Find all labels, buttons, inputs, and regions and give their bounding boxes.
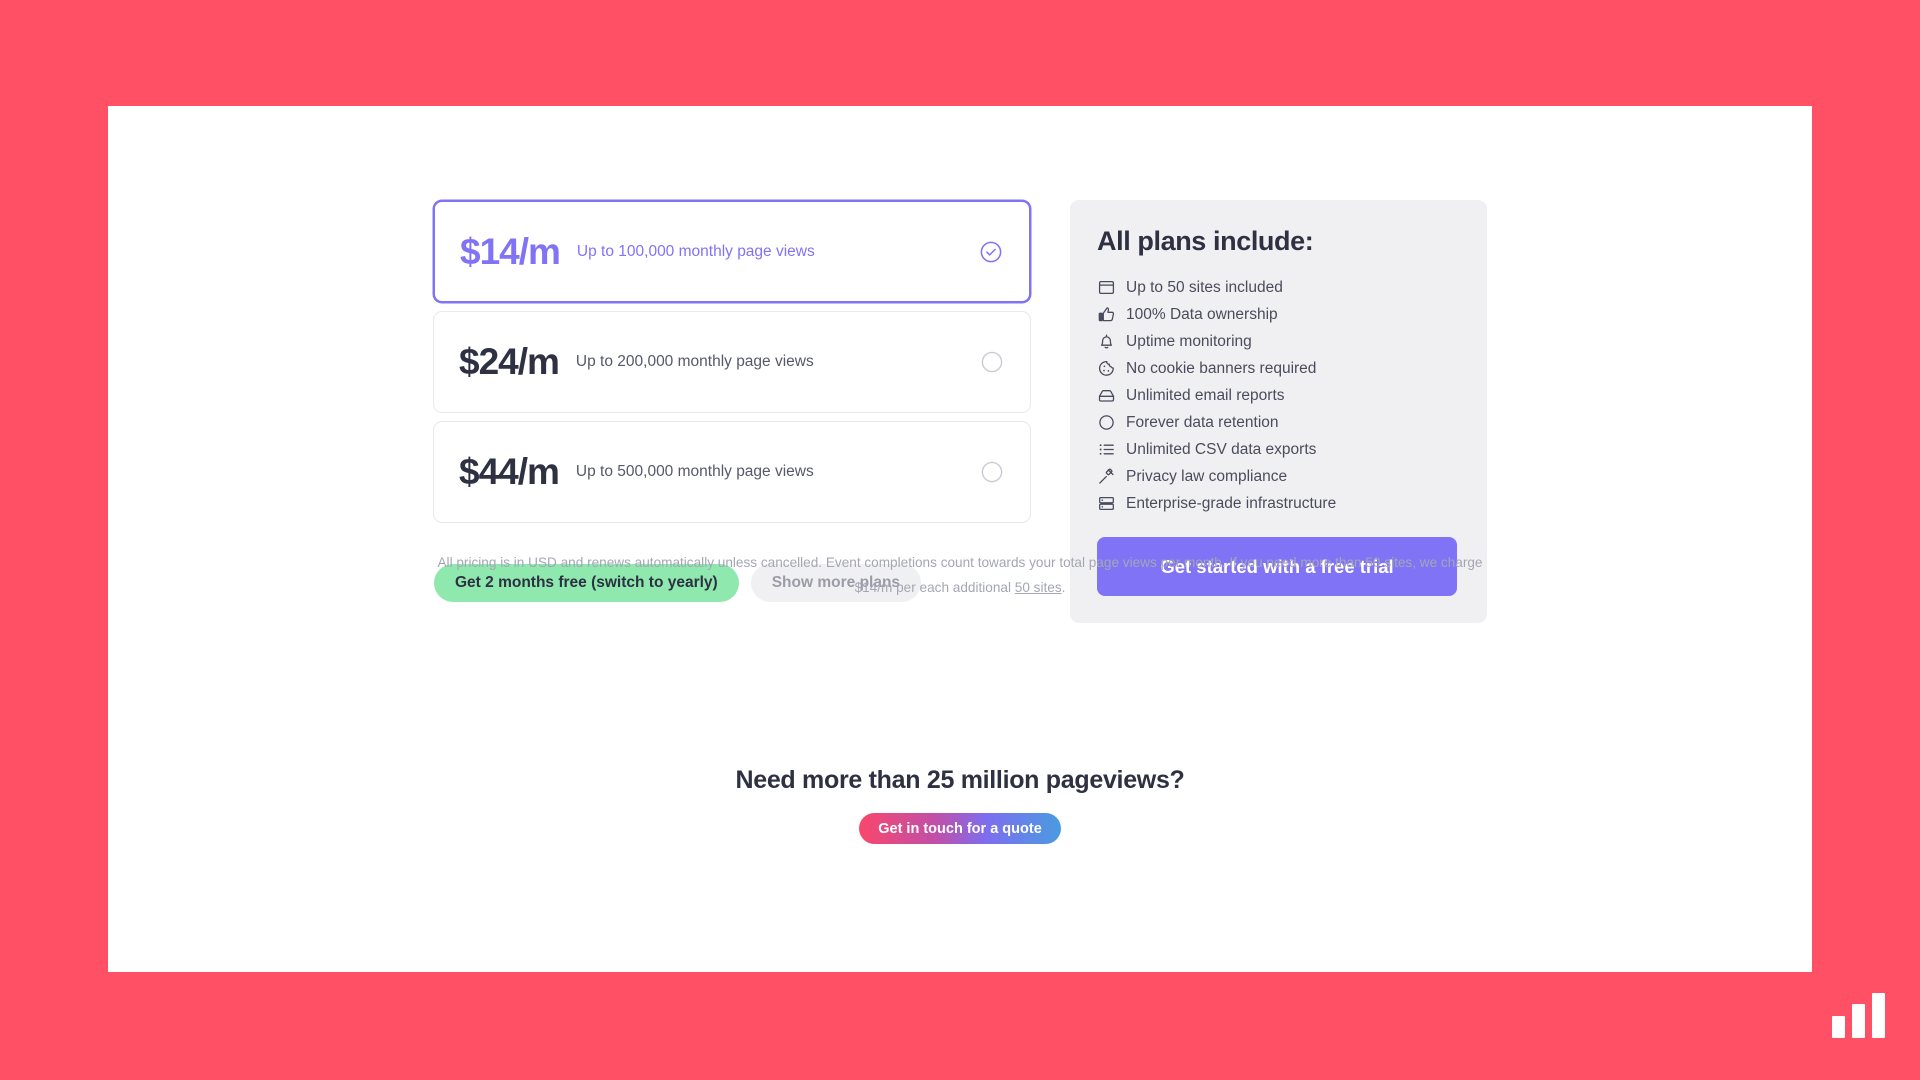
- enterprise-section: Need more than 25 million pageviews? Get…: [108, 766, 1812, 844]
- plan-card-44[interactable]: $44/m Up to 500,000 monthly page views: [433, 421, 1031, 523]
- pricing-fineprint: All pricing is in USD and renews automat…: [433, 550, 1487, 600]
- circle-icon[interactable]: [981, 461, 1003, 483]
- list-item: No cookie banners required: [1097, 355, 1457, 382]
- list-item-label: Forever data retention: [1126, 413, 1279, 431]
- plan-price: $44/m: [459, 451, 560, 492]
- fineprint-line-2-after: .: [1061, 580, 1066, 595]
- list-item: Up to 50 sites included: [1097, 274, 1457, 301]
- circle-icon[interactable]: [981, 351, 1003, 373]
- plan-price: $14/m: [460, 230, 561, 272]
- enterprise-title: Need more than 25 million pageviews?: [735, 766, 1185, 794]
- plan-card-14[interactable]: $14/m Up to 100,000 monthly page views: [433, 200, 1031, 303]
- plan-description: Up to 100,000 monthly page views: [576, 242, 815, 260]
- plan-description: Up to 200,000 monthly page views: [575, 353, 814, 370]
- thumbs-up-icon: [1097, 305, 1116, 324]
- logo-bar-2: [1852, 1004, 1865, 1038]
- fifty-sites-link[interactable]: 50 sites: [1015, 580, 1062, 595]
- list-item-label: No cookie banners required: [1126, 359, 1317, 377]
- page-sheet: $14/m Up to 100,000 monthly page views $…: [108, 106, 1812, 972]
- panel-title: All plans include:: [1097, 226, 1314, 256]
- list-item-label: Enterprise-grade infrastructure: [1126, 494, 1337, 512]
- get-in-touch-quote-button[interactable]: Get in touch for a quote: [859, 813, 1061, 844]
- list-item: Privacy law compliance: [1097, 463, 1457, 490]
- server-icon: [1097, 494, 1116, 513]
- bell-icon: [1097, 332, 1116, 351]
- list-item-label: Unlimited email reports: [1126, 386, 1285, 404]
- gavel-icon: [1097, 467, 1116, 486]
- list-item: Enterprise-grade infrastructure: [1097, 490, 1457, 517]
- plan-price: $24/m: [459, 341, 560, 382]
- list-item-label: 100% Data ownership: [1126, 305, 1278, 323]
- circle-icon: [1097, 413, 1116, 432]
- bar-chart-logo: [1832, 993, 1888, 1038]
- inbox-icon: [1097, 386, 1116, 405]
- check-circle-icon[interactable]: [980, 241, 1002, 263]
- list-item: Forever data retention: [1097, 409, 1457, 436]
- feature-list: Up to 50 sites included 100% Data owners…: [1097, 274, 1457, 517]
- browser-window-icon: [1097, 278, 1116, 297]
- plan-selector: $14/m Up to 100,000 monthly page views $…: [433, 200, 1031, 602]
- list-icon: [1097, 440, 1116, 459]
- list-item-label: Privacy law compliance: [1126, 467, 1288, 485]
- list-item-label: Uptime monitoring: [1126, 332, 1252, 350]
- plan-description: Up to 500,000 monthly page views: [575, 463, 814, 480]
- cookie-icon: [1097, 359, 1116, 378]
- list-item-label: Up to 50 sites included: [1126, 278, 1283, 296]
- logo-bar-3: [1872, 993, 1885, 1038]
- list-item: 100% Data ownership: [1097, 301, 1457, 328]
- list-item: Uptime monitoring: [1097, 328, 1457, 355]
- logo-bar-1: [1832, 1016, 1845, 1038]
- list-item: Unlimited CSV data exports: [1097, 436, 1457, 463]
- list-item: Unlimited email reports: [1097, 382, 1457, 409]
- list-item-label: Unlimited CSV data exports: [1126, 440, 1317, 458]
- fineprint-line-1: All pricing is in USD and renews automat…: [437, 555, 1362, 570]
- plan-card-24[interactable]: $24/m Up to 200,000 monthly page views: [433, 311, 1031, 413]
